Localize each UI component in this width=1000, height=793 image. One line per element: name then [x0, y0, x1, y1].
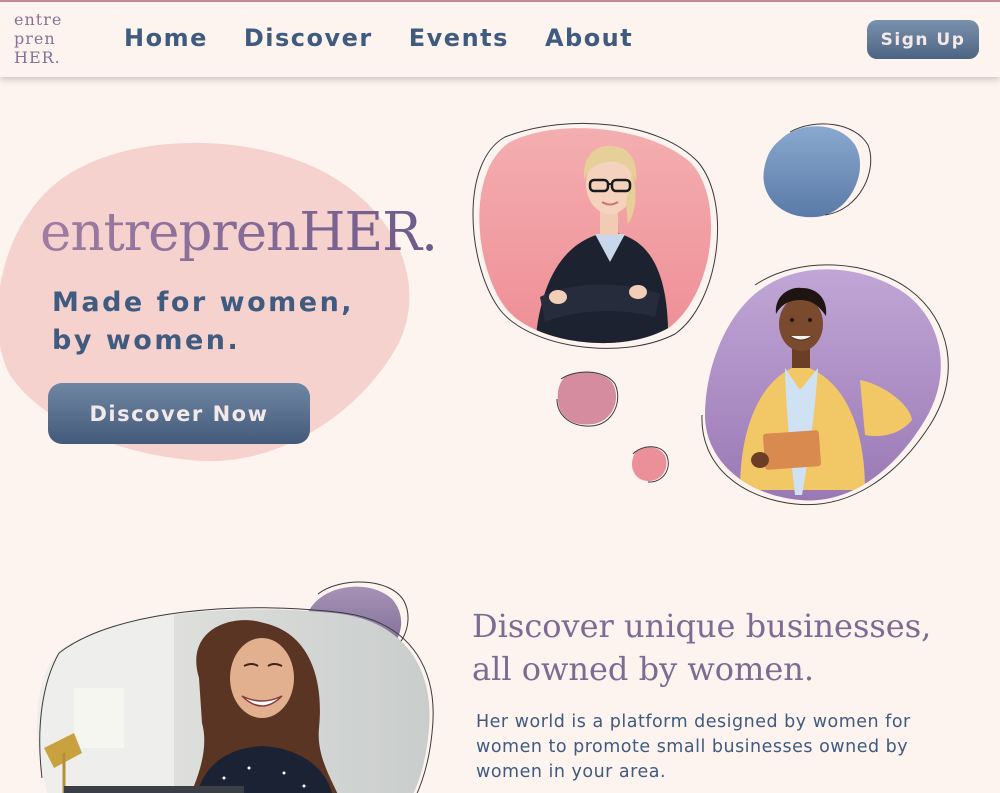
discover-now-button[interactable]: Discover Now — [48, 383, 310, 444]
top-nav: entre pren HER. Home Discover Events Abo… — [0, 2, 1000, 77]
logo-line-1: entre — [14, 10, 63, 29]
tiny-pink-blob — [631, 446, 669, 483]
hero-subtitle: Made for women, by women. — [52, 284, 354, 360]
logo-line-2: pren — [14, 29, 56, 48]
section-body: Her world is a platform designed by wome… — [476, 712, 911, 782]
blue-decorative-blob — [763, 123, 872, 218]
businesswoman-photo — [472, 122, 719, 349]
logo-line-3: HER. — [14, 48, 61, 67]
logo[interactable]: entre pren HER. — [14, 10, 62, 67]
yellow-jacket-woman-photo — [701, 264, 949, 506]
nav-home-link[interactable]: Home — [124, 24, 208, 52]
section-title-line-1: Discover unique businesses, — [472, 607, 932, 645]
hero-subtitle-line-2: by women. — [52, 325, 241, 356]
small-pink-blob — [556, 371, 619, 427]
nav-events-link[interactable]: Events — [409, 24, 509, 52]
section-title: Discover unique businesses, all owned by… — [472, 605, 931, 691]
hero-subtitle-line-1: Made for women, — [52, 287, 355, 318]
sign-up-button[interactable]: Sign Up — [867, 20, 979, 59]
hero-title: entreprenHER. — [40, 202, 438, 263]
nav-links: Home Discover Events About — [124, 24, 669, 52]
laughing-woman-photo — [37, 607, 434, 793]
nav-discover-link[interactable]: Discover — [244, 24, 373, 52]
section-title-line-2: all owned by women. — [472, 650, 815, 688]
nav-about-link[interactable]: About — [545, 24, 633, 52]
